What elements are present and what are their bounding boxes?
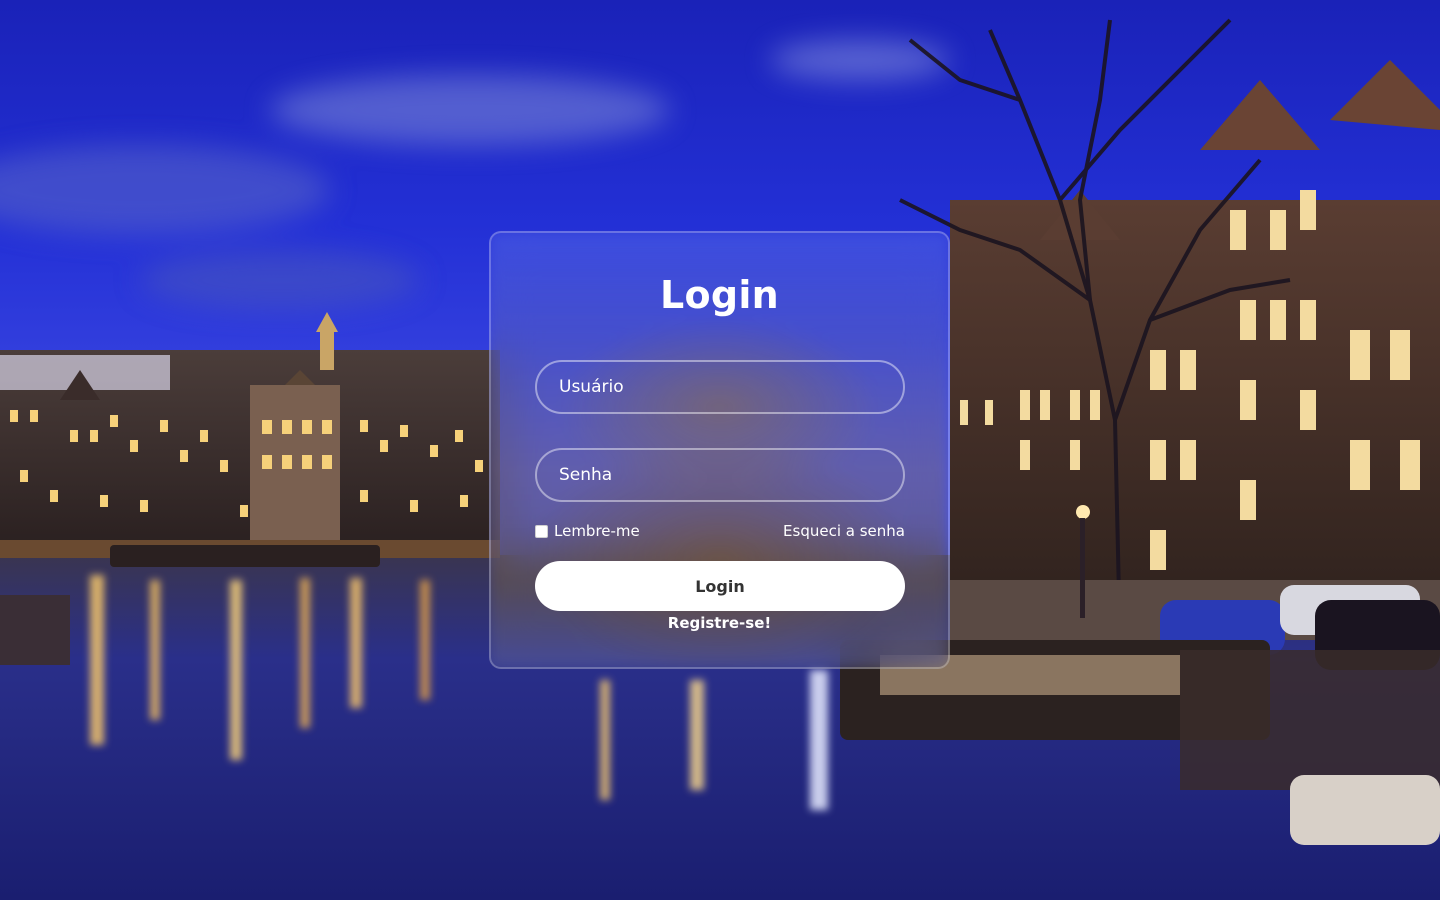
login-card: Login Lembre-me Esqueci a senha Login Re… <box>489 231 950 669</box>
register-link[interactable]: Registre-se! <box>491 614 948 632</box>
remember-forgot-row: Lembre-me Esqueci a senha <box>535 522 905 544</box>
remember-me[interactable]: Lembre-me <box>535 522 640 540</box>
remember-me-label: Lembre-me <box>554 522 640 540</box>
password-input[interactable] <box>535 448 905 502</box>
login-button[interactable]: Login <box>535 561 905 611</box>
remember-me-checkbox[interactable] <box>535 524 548 538</box>
login-form: Login Lembre-me Esqueci a senha Login Re… <box>491 233 948 667</box>
username-input[interactable] <box>535 360 905 414</box>
login-title: Login <box>659 273 780 317</box>
forgot-password-link[interactable]: Esqueci a senha <box>783 522 905 540</box>
